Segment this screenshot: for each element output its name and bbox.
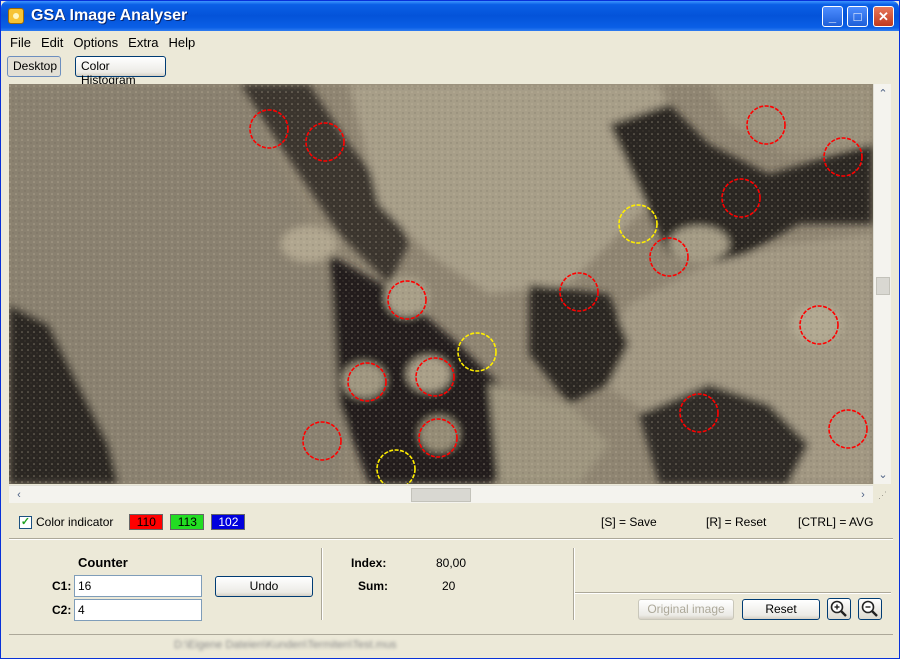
desktop-button[interactable]: Desktop <box>7 56 61 77</box>
c2-label: C2: <box>52 603 72 617</box>
zoom-in-icon <box>830 600 847 617</box>
avg-shortcut-hint: [CTRL] = AVG <box>798 515 874 529</box>
zoom-out-button[interactable] <box>858 598 882 620</box>
original-image-button[interactable]: Original image <box>638 599 734 620</box>
app-icon <box>8 8 24 24</box>
c1-marker[interactable] <box>721 178 761 218</box>
blue-value-swatch: 102 <box>211 514 246 530</box>
c1-marker[interactable] <box>302 421 342 461</box>
c1-marker[interactable] <box>746 105 786 145</box>
c1-marker[interactable] <box>387 280 427 320</box>
menu-extra[interactable]: Extra <box>123 33 163 53</box>
c2-marker[interactable] <box>618 204 658 244</box>
title-bar[interactable]: GSA Image Analyser _ □ ✕ <box>1 1 899 31</box>
color-histogram-button[interactable]: Color Histogram <box>75 56 166 87</box>
scroll-up-icon[interactable]: ⌃ <box>875 86 891 102</box>
menu-bar: File Edit Options Extra Help <box>5 33 200 53</box>
c1-marker[interactable] <box>415 357 455 397</box>
horizontal-scrollbar[interactable]: ‹ › <box>9 485 873 503</box>
c1-marker[interactable] <box>799 305 839 345</box>
status-file-path: D:\Eigene Dateien\Kunden\Termiten\Test.m… <box>174 639 397 651</box>
vertical-scrollbar[interactable]: ⌃ ⌄ <box>873 84 891 484</box>
red-value-swatch: 110 <box>129 514 164 530</box>
index-label: Index: <box>351 556 387 570</box>
vertical-divider-2 <box>573 548 575 620</box>
close-button[interactable]: ✕ <box>873 6 894 27</box>
marker-layer[interactable] <box>9 84 873 484</box>
panel-divider <box>9 538 893 540</box>
c1-marker[interactable] <box>249 109 289 149</box>
menu-edit[interactable]: Edit <box>36 33 68 53</box>
reset-button[interactable]: Reset <box>742 599 820 620</box>
maximize-button[interactable]: □ <box>847 6 868 27</box>
green-value-swatch: 113 <box>170 514 205 530</box>
undo-button[interactable]: Undo <box>215 576 313 597</box>
horizontal-scroll-thumb[interactable] <box>411 488 471 502</box>
save-shortcut-hint: [S] = Save <box>601 515 657 529</box>
color-indicator-checkbox[interactable]: ✓ <box>19 515 32 529</box>
color-indicator-label[interactable]: Color indicator <box>36 515 113 529</box>
c2-marker[interactable] <box>376 449 416 484</box>
menu-help[interactable]: Help <box>164 33 201 53</box>
resize-grip-icon[interactable]: ⋰ <box>878 490 887 501</box>
c1-marker[interactable] <box>305 122 345 162</box>
c1-marker[interactable] <box>559 272 599 312</box>
counter-title: Counter <box>78 555 128 570</box>
color-indicator-row: ✓ Color indicator 110 113 102 <box>19 512 246 532</box>
sum-label: Sum: <box>358 579 388 593</box>
main-window: GSA Image Analyser _ □ ✕ File Edit Optio… <box>0 0 900 659</box>
c2-marker[interactable] <box>457 332 497 372</box>
reset-shortcut-hint: [R] = Reset <box>706 515 767 529</box>
sum-value: 20 <box>442 579 456 593</box>
vertical-divider <box>321 548 323 620</box>
status-bar: D:\Eigene Dateien\Kunden\Termiten\Test.m… <box>9 634 893 654</box>
c1-marker[interactable] <box>347 362 387 402</box>
menu-file[interactable]: File <box>5 33 36 53</box>
c1-field[interactable]: 16 <box>74 575 202 597</box>
c1-label: C1: <box>52 579 72 593</box>
scroll-right-icon[interactable]: › <box>855 487 871 503</box>
c1-marker[interactable] <box>418 418 458 458</box>
c1-marker[interactable] <box>828 409 868 449</box>
window-title: GSA Image Analyser <box>31 7 188 24</box>
scroll-down-icon[interactable]: ⌄ <box>875 467 891 483</box>
action-divider <box>575 592 891 594</box>
scroll-left-icon[interactable]: ‹ <box>11 487 27 503</box>
vertical-scroll-thumb[interactable] <box>876 277 890 295</box>
index-value: 80,00 <box>436 556 467 570</box>
c2-field[interactable]: 4 <box>74 599 202 621</box>
zoom-in-button[interactable] <box>827 598 851 620</box>
image-viewport[interactable] <box>9 84 873 484</box>
c1-marker[interactable] <box>649 237 689 277</box>
c1-marker[interactable] <box>823 137 863 177</box>
menu-options[interactable]: Options <box>68 33 123 53</box>
zoom-out-icon <box>861 600 878 617</box>
c1-marker[interactable] <box>679 393 719 433</box>
minimize-button[interactable]: _ <box>822 6 843 27</box>
